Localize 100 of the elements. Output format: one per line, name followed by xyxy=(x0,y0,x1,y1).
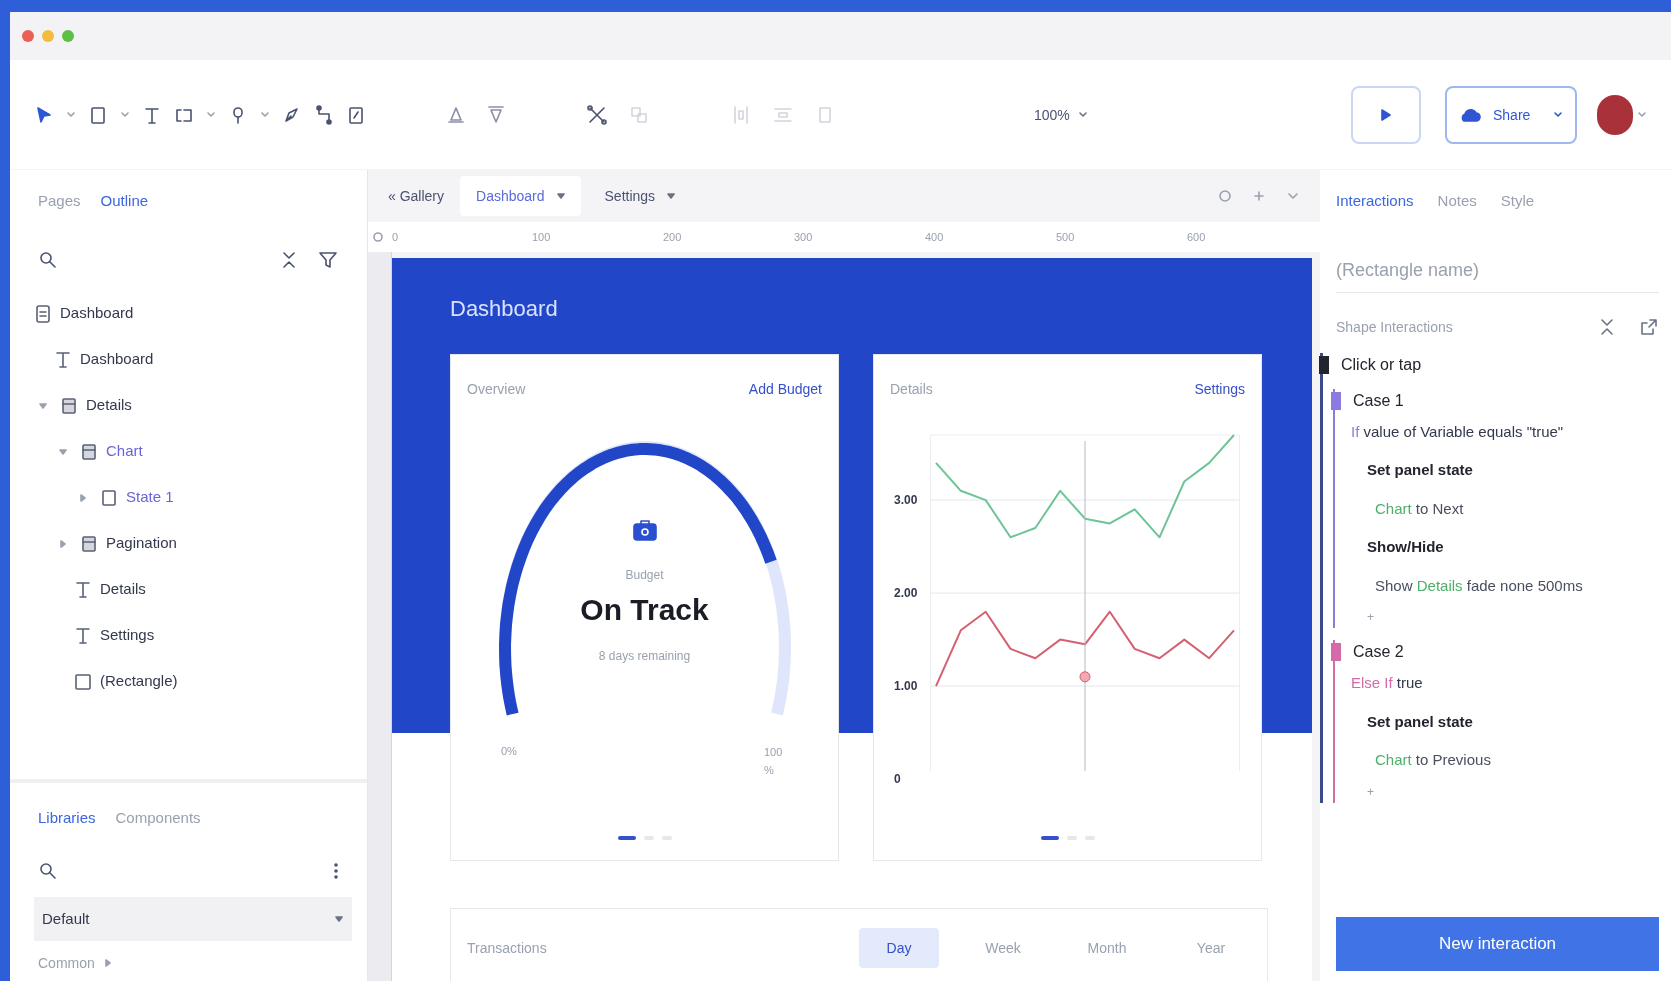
library-dropdown[interactable]: Default xyxy=(34,897,352,941)
card-title: Transactions xyxy=(467,939,547,958)
outline-item[interactable]: Details xyxy=(100,578,146,601)
condition-text: Else If true xyxy=(1351,673,1424,693)
outline-item[interactable]: (Rectangle) xyxy=(100,670,178,693)
outline-item[interactable]: Settings xyxy=(100,624,155,647)
ruler-label: 200 xyxy=(663,229,683,245)
section-label: Common xyxy=(38,954,95,973)
case-label[interactable]: Case 1 xyxy=(1353,388,1404,413)
panel-tab[interactable]: Outline xyxy=(100,190,149,213)
caret-icon xyxy=(1553,109,1563,120)
collapsed-caret-icon[interactable] xyxy=(78,492,88,503)
search-icon[interactable] xyxy=(38,861,58,881)
panel-icon xyxy=(80,533,98,554)
case-label[interactable]: Case 2 xyxy=(1353,640,1404,664)
card-title: Details xyxy=(890,380,933,399)
caret-icon xyxy=(667,192,676,200)
name-field[interactable]: (Rectangle name) xyxy=(1336,248,1659,293)
open-in-window-icon[interactable] xyxy=(1639,316,1659,337)
caret-icon[interactable] xyxy=(1637,109,1647,120)
outline-item[interactable]: State 1 xyxy=(126,486,174,509)
budget-label: Budget xyxy=(625,567,664,583)
collapse-icon[interactable] xyxy=(1599,316,1615,337)
action-detail[interactable]: Chart to Next xyxy=(1375,497,1659,520)
add-icon[interactable] xyxy=(1252,189,1266,203)
caret-icon xyxy=(556,192,565,200)
text-icon xyxy=(74,579,92,600)
gauge-min-label: 0% xyxy=(501,744,517,759)
outline-item[interactable]: Details xyxy=(86,394,132,417)
y-axis-label: 1.00 xyxy=(894,680,918,693)
condition-text: If value of Variable equals "true" xyxy=(1351,421,1565,442)
ruler-label: 400 xyxy=(925,229,945,245)
panel-tab[interactable]: Interactions xyxy=(1336,190,1414,213)
action-title[interactable]: Show/Hide xyxy=(1367,536,1659,559)
event-label[interactable]: Click or tap xyxy=(1341,352,1422,377)
outline-item[interactable]: Pagination xyxy=(106,532,177,555)
remaining-text: 8 days remaining xyxy=(598,648,691,664)
caret-icon[interactable] xyxy=(120,109,130,120)
origin-icon xyxy=(372,231,384,243)
preview-button[interactable] xyxy=(1351,85,1421,144)
state-icon xyxy=(100,487,118,508)
card-title: Overview xyxy=(467,380,526,399)
panel-icon xyxy=(80,441,98,462)
outline-item[interactable]: Dashboard xyxy=(80,348,154,371)
event-marker xyxy=(1319,355,1329,374)
new-interaction-button[interactable]: New interaction xyxy=(1336,917,1659,971)
text-icon xyxy=(74,625,92,646)
more-icon[interactable] xyxy=(333,861,339,881)
section-label: Shape Interactions xyxy=(1336,317,1453,337)
share-button[interactable]: Share xyxy=(1445,85,1577,144)
rectangle-icon[interactable] xyxy=(88,104,108,125)
page-tab[interactable]: Dashboard xyxy=(460,176,581,216)
gauge-max-label: 100 % xyxy=(764,745,784,778)
panel-icon xyxy=(60,395,78,416)
page-tab[interactable]: Settings xyxy=(588,176,692,216)
dashboard-title: Dashboard xyxy=(450,295,559,323)
outline-item[interactable]: Dashboard xyxy=(60,302,134,325)
connector-icon[interactable] xyxy=(314,104,334,125)
rectangle-icon xyxy=(74,671,92,692)
avatar[interactable] xyxy=(1597,94,1633,135)
outline-item[interactable]: Chart xyxy=(106,440,143,463)
ruler-label: 600 xyxy=(1187,229,1207,245)
collapsed-caret-icon[interactable] xyxy=(58,538,68,549)
card-link[interactable]: Add Budget xyxy=(748,379,822,399)
text-icon xyxy=(54,349,72,370)
caret-icon[interactable] xyxy=(66,109,76,120)
ruler-label: 100 xyxy=(532,229,552,245)
y-axis-label: 3.00 xyxy=(894,494,918,507)
expanded-caret-icon[interactable] xyxy=(38,400,48,411)
zoom-dropdown[interactable]: 100% xyxy=(1026,100,1096,129)
back-link[interactable]: « Gallery xyxy=(380,186,453,206)
ruler-label: 500 xyxy=(1056,229,1076,245)
y-axis-label: 2.00 xyxy=(894,587,918,600)
collapse-icon[interactable] xyxy=(281,249,297,270)
note-icon[interactable] xyxy=(346,104,366,125)
search-icon[interactable] xyxy=(38,249,58,270)
play-icon xyxy=(1380,107,1392,122)
period-tab[interactable]: Day xyxy=(859,928,939,968)
caret-icon[interactable] xyxy=(206,109,216,120)
ruler-label: 0 xyxy=(392,229,400,245)
action-title[interactable]: Set panel state xyxy=(1367,710,1659,733)
pointer-icon[interactable] xyxy=(34,104,54,125)
status-text: On Track xyxy=(580,592,709,628)
caret-icon[interactable] xyxy=(102,958,113,968)
action-detail[interactable]: Show Details fade none 500ms xyxy=(1375,574,1659,597)
page-icon xyxy=(34,303,52,324)
ruler-label: 300 xyxy=(794,229,814,245)
align-bottom-icon[interactable] xyxy=(486,103,506,126)
action-detail[interactable]: Chart to Previous xyxy=(1375,749,1659,772)
expanded-caret-icon[interactable] xyxy=(58,446,68,457)
window-minimize-button[interactable] xyxy=(42,30,54,42)
card-link[interactable]: Settings xyxy=(1194,379,1245,399)
caret-icon[interactable] xyxy=(260,109,270,120)
caret-icon[interactable] xyxy=(1077,109,1088,120)
briefcase-icon xyxy=(631,517,658,543)
window-close-button[interactable] xyxy=(22,30,34,42)
window-maximize-button[interactable] xyxy=(62,30,74,42)
y-axis-label: 0 xyxy=(894,773,901,786)
panel-tab[interactable]: Libraries xyxy=(38,806,96,829)
action-title[interactable]: Set panel state xyxy=(1367,459,1659,482)
